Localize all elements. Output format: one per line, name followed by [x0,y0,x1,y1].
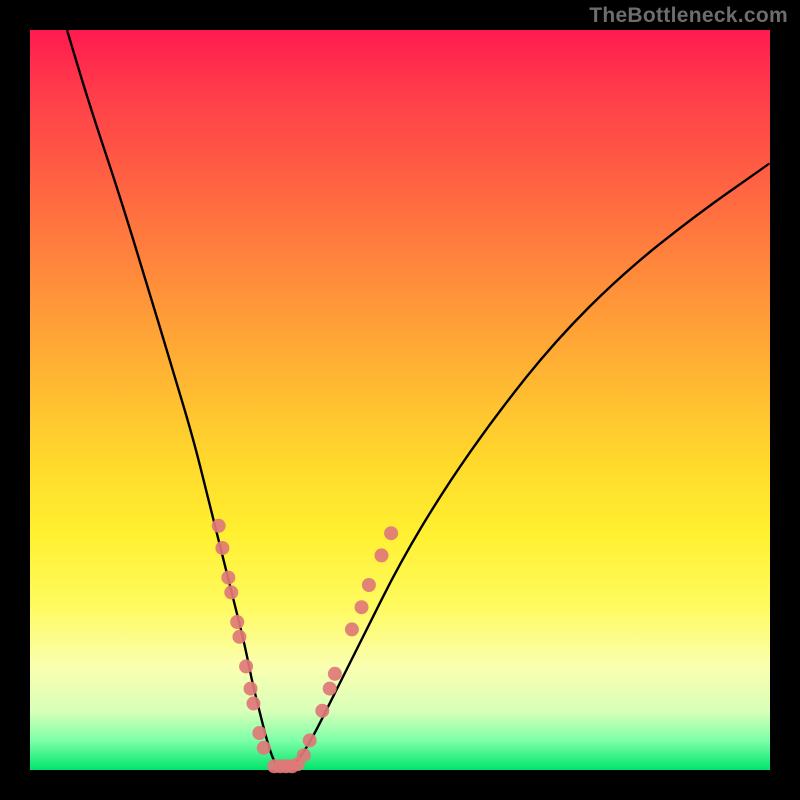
sample-dot [384,526,398,540]
sample-dot [375,548,389,562]
watermark-text: TheBottleneck.com [589,4,788,28]
sample-dot [345,622,359,636]
chart-plot-area [30,30,770,770]
sample-dot [315,704,329,718]
sample-dot [303,733,317,747]
sample-dot [239,659,253,673]
bottleneck-curve [67,30,770,770]
sample-dot [257,741,271,755]
sample-dot [355,600,369,614]
sample-dot [246,696,260,710]
sample-dot [244,682,258,696]
sample-dot [215,541,229,555]
sample-dot [252,726,266,740]
sample-dot [323,682,337,696]
sample-dot [224,585,238,599]
chart-svg [30,30,770,770]
sample-dot [221,571,235,585]
sample-dots [212,519,398,774]
sample-dot [297,748,311,762]
outer-frame: TheBottleneck.com [0,0,800,800]
sample-dot [232,630,246,644]
sample-dot [212,519,226,533]
sample-dot [328,667,342,681]
sample-dot [362,578,376,592]
sample-dot [230,615,244,629]
